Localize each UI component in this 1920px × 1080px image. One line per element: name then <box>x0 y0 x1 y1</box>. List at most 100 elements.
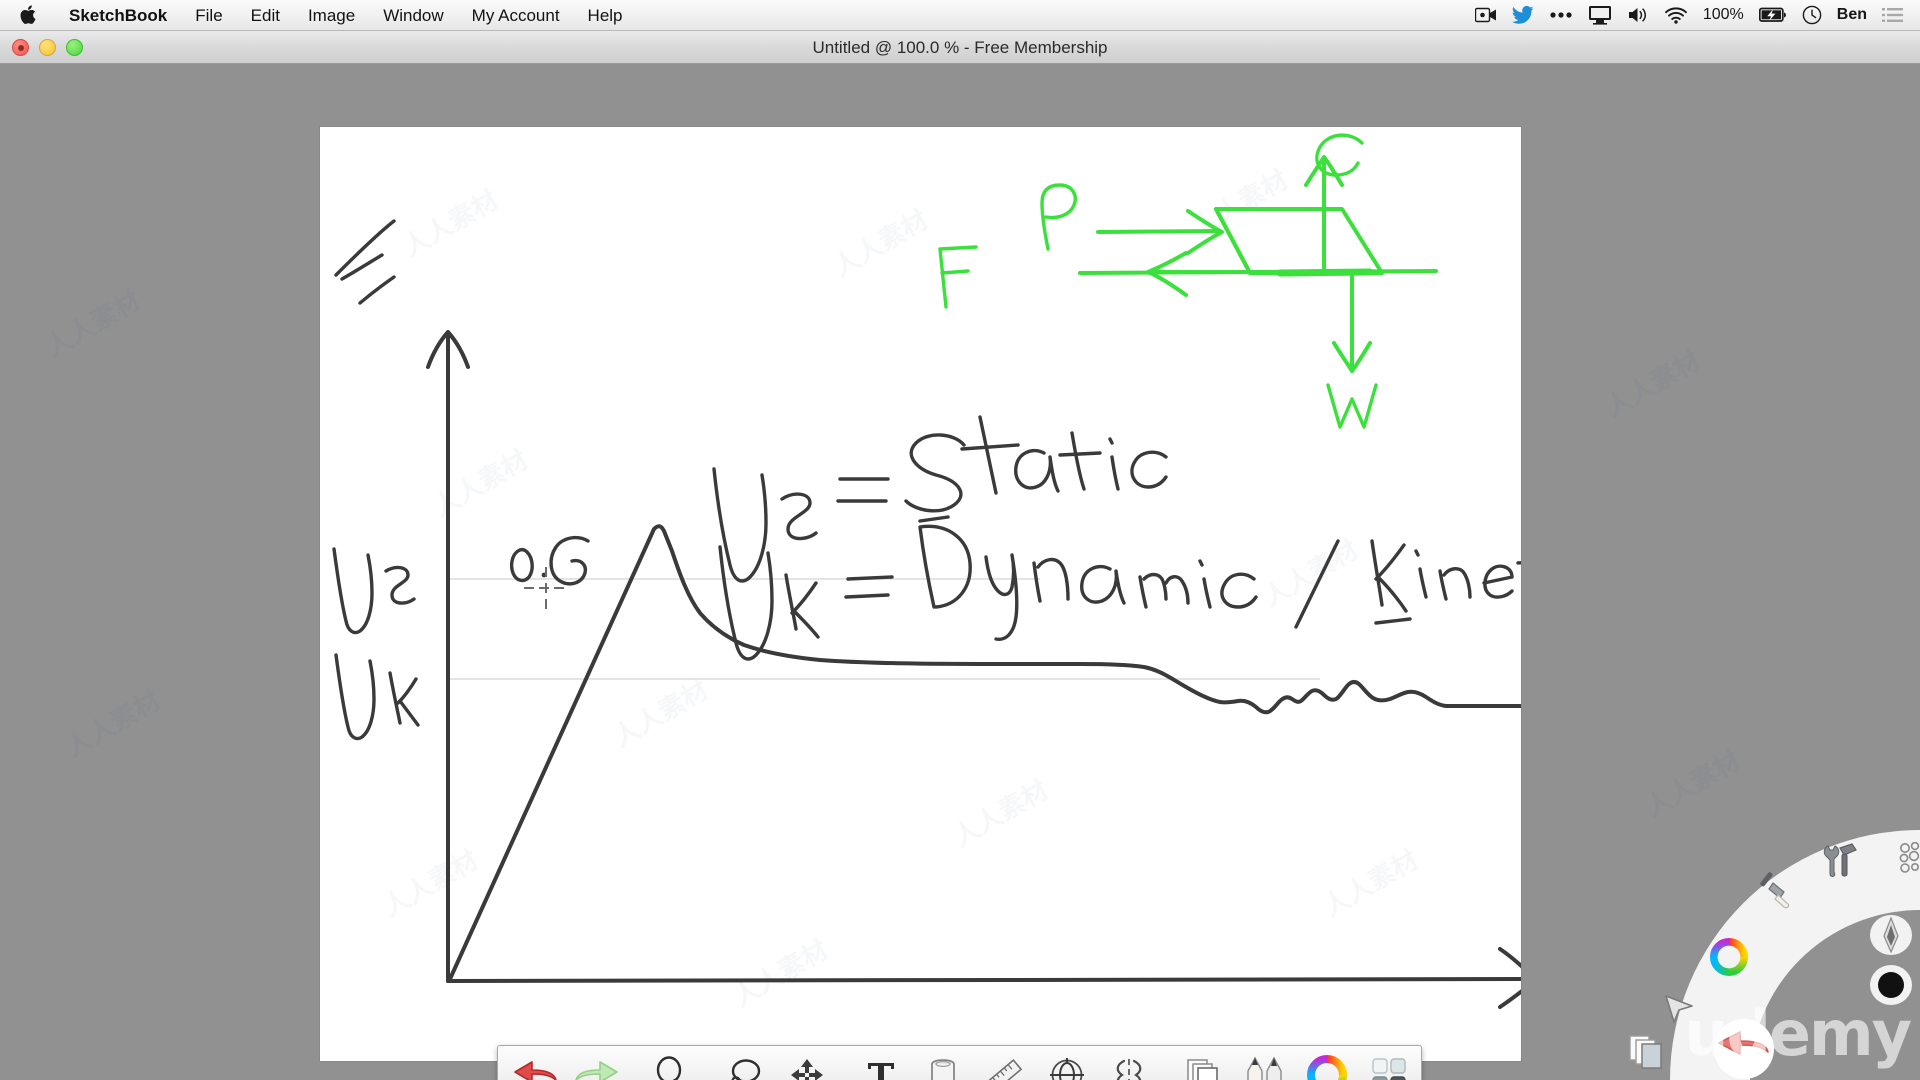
hammer-wrench-icon <box>1823 843 1857 877</box>
svg-text:人人素材: 人人素材 <box>949 775 1054 853</box>
speaker-volume-icon[interactable] <box>1627 0 1649 31</box>
mu-static-label <box>332 547 416 635</box>
menu-bar-status-group: 100% Ben <box>1474 0 1920 31</box>
notification-center-icon[interactable] <box>1882 0 1904 31</box>
bottom-toolbar <box>497 1045 1422 1080</box>
paint-can-icon <box>931 1059 955 1080</box>
color-wheel-icon <box>1307 1055 1347 1080</box>
menu-item-file[interactable]: File <box>181 0 236 31</box>
ruler-button[interactable] <box>974 1047 1036 1080</box>
menu-item-help[interactable]: Help <box>574 0 637 31</box>
toolbar-group-select <box>708 1046 844 1080</box>
wifi-icon[interactable] <box>1664 0 1688 31</box>
magnifier-icon <box>656 1056 682 1080</box>
friction-curve <box>448 524 1521 981</box>
color-wheel-button[interactable] <box>1296 1047 1358 1080</box>
toolbar-group-tools <box>844 1046 1166 1080</box>
brush-circles-icon <box>1899 842 1920 873</box>
pencil-pen-icon <box>1247 1056 1282 1080</box>
equation-mu-static <box>712 415 1168 583</box>
four-squares-icon <box>1372 1058 1406 1080</box>
macos-menu-bar: SketchBook File Edit Image Window My Acc… <box>0 0 1920 31</box>
video-camera-icon[interactable] <box>1474 0 1497 31</box>
color-wheel-icon <box>1710 938 1748 976</box>
canvas-watermarks: 人人素材 人人素材 人人素材 人人素材 人人素材 人人素材 人人素材 人人素材 … <box>379 165 1424 1013</box>
battery-charging-icon[interactable] <box>1758 0 1787 31</box>
fbd-arrow-push <box>1096 229 1222 234</box>
svg-text:人人素材: 人人素材 <box>829 205 934 283</box>
maximize-button[interactable] <box>66 38 83 56</box>
ellipsis-icon[interactable] <box>1549 0 1573 31</box>
black-color-swatch-icon <box>1870 965 1912 1005</box>
layers-button[interactable] <box>1172 1047 1234 1080</box>
pen-nib-icon <box>1870 915 1912 955</box>
menu-item-window[interactable]: Window <box>369 0 457 31</box>
close-button[interactable] <box>12 38 29 56</box>
move-arrows-icon <box>791 1059 823 1080</box>
equation-mu-kinetic <box>718 524 1521 661</box>
user-name-text: Ben <box>1836 6 1867 23</box>
menu-item-sketchbook[interactable]: SketchBook <box>55 0 181 31</box>
undo-button[interactable] <box>504 1047 566 1080</box>
brush-palette-button[interactable] <box>1234 1047 1296 1080</box>
watermark: 人人素材 <box>60 685 166 764</box>
svg-text:人人素材: 人人素材 <box>399 185 504 263</box>
y-axis-label-F <box>334 219 396 305</box>
cursor-arrow-icon <box>1665 995 1693 1023</box>
symmetry-button[interactable] <box>1098 1047 1160 1080</box>
text-tool-button[interactable] <box>850 1047 912 1080</box>
sketchbook-window: Untitled @ 100.0 % - Free Membership 人人素… <box>0 31 1920 1080</box>
clock-icon[interactable] <box>1802 0 1822 31</box>
layers-stack-icon <box>1187 1059 1218 1080</box>
menu-bar-left-group: SketchBook File Edit Image Window My Acc… <box>0 0 637 31</box>
toolbar-group-zoom <box>634 1046 708 1080</box>
apple-logo-icon[interactable] <box>0 0 55 31</box>
brush-properties-button[interactable] <box>1358 1047 1420 1080</box>
free-body-diagram <box>938 133 1438 429</box>
watermark: 人人素材 <box>1640 745 1746 824</box>
lasso-select-button[interactable] <box>714 1047 776 1080</box>
layers-stack-icon <box>1629 1035 1662 1069</box>
redo-button[interactable] <box>566 1047 628 1080</box>
svg-text:人人素材: 人人素材 <box>729 935 834 1013</box>
battery-percent-text: 100% <box>1702 6 1744 23</box>
window-controls <box>0 38 83 56</box>
fbd-label-F <box>938 245 978 309</box>
undo-arrow-icon <box>1714 1019 1774 1079</box>
toolbar-group-palettes <box>1166 1046 1426 1080</box>
svg-text:人人素材: 人人素材 <box>609 675 714 753</box>
transform-move-button[interactable] <box>776 1047 838 1080</box>
paintbrush-icon <box>1760 872 1790 909</box>
menu-item-image[interactable]: Image <box>294 0 369 31</box>
redo-arrow-icon <box>575 1061 618 1080</box>
window-titlebar[interactable]: Untitled @ 100.0 % - Free Membership <box>0 31 1920 64</box>
twitter-bird-icon[interactable] <box>1511 0 1534 31</box>
mu-kinetic-label <box>334 653 420 741</box>
watermark: 人人素材 <box>1600 345 1706 424</box>
ellipse-guide-icon <box>1050 1058 1084 1080</box>
fbd-label-P <box>1040 183 1077 251</box>
value-label-0-6 <box>509 535 590 586</box>
menu-item-my-account[interactable]: My Account <box>458 0 574 31</box>
watermark: 人人素材 <box>40 285 146 364</box>
menu-item-edit[interactable]: Edit <box>237 0 294 31</box>
canvas-stage: 人人素材 人人素材 人人素材 人人素材 .ink { fill:none; st… <box>0 64 1920 1080</box>
fbd-label-W <box>1326 383 1378 429</box>
fill-bucket-button[interactable] <box>912 1047 974 1080</box>
battery-percent-label: 100% <box>1703 0 1744 31</box>
ruler-icon <box>987 1058 1023 1080</box>
toolbar-group-history <box>498 1046 634 1080</box>
text-t-icon <box>868 1063 894 1080</box>
display-monitor-icon[interactable] <box>1588 0 1612 31</box>
minimize-button[interactable] <box>39 38 56 56</box>
svg-text:人人素材: 人人素材 <box>1259 535 1364 613</box>
drawing-canvas[interactable]: .ink { fill:none; stroke:#3a3a3a; stroke… <box>320 127 1521 1061</box>
svg-text:人人素材: 人人素材 <box>379 845 484 923</box>
svg-text:人人素材: 人人素材 <box>429 445 534 523</box>
lasso-icon <box>731 1059 761 1080</box>
user-name-label[interactable]: Ben <box>1837 0 1867 31</box>
window-title: Untitled @ 100.0 % - Free Membership <box>812 37 1108 57</box>
undo-arrow-icon <box>514 1061 557 1080</box>
zoom-tool-button[interactable] <box>640 1047 702 1080</box>
ellipse-guide-button[interactable] <box>1036 1047 1098 1080</box>
